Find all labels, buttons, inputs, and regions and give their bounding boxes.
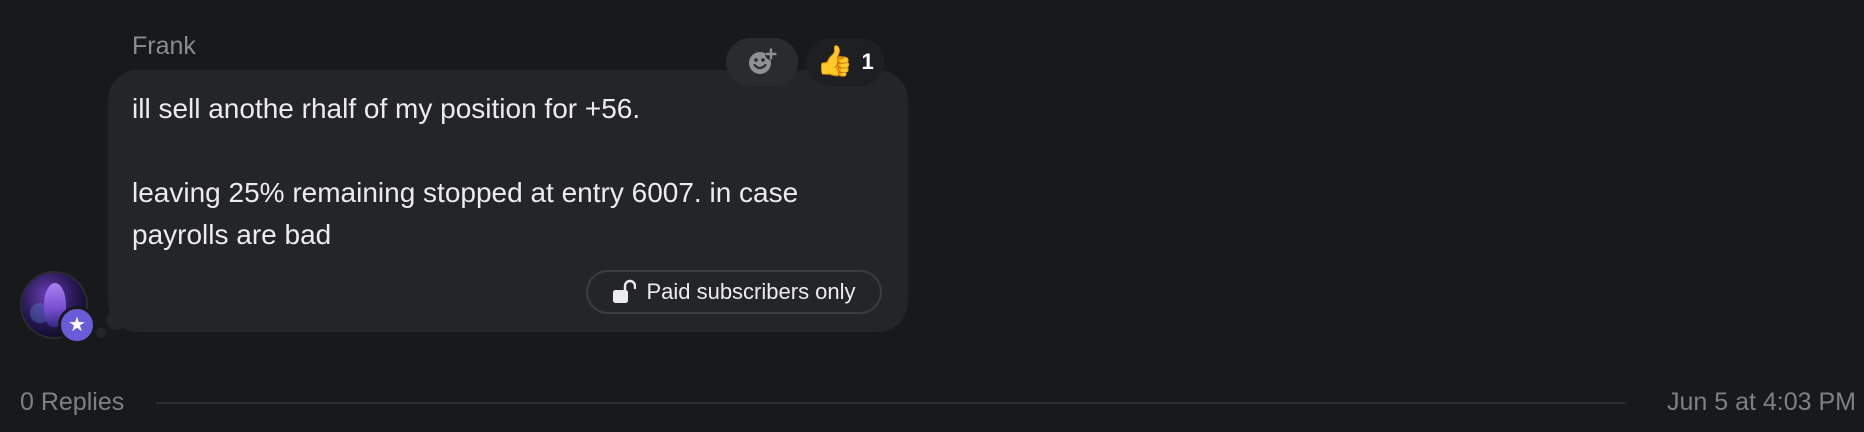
message-paragraph: leaving 25% remaining stopped at entry 6… xyxy=(132,177,799,250)
message-body: ill sell anothe rhalf of my position for… xyxy=(132,88,892,256)
bubble-tail-dot xyxy=(96,328,106,338)
thumbs-up-icon: 👍 xyxy=(816,45,854,78)
star-badge-icon: ★ xyxy=(58,306,96,344)
paid-subscribers-badge[interactable]: Paid subscribers only xyxy=(586,270,882,314)
footer-divider xyxy=(156,402,1626,404)
sender-name[interactable]: Frank xyxy=(132,32,196,61)
add-reaction-icon xyxy=(749,48,777,74)
replies-link[interactable]: 0 Replies xyxy=(20,388,124,417)
reaction-count: 1 xyxy=(861,49,874,74)
paid-badge-label: Paid subscribers only xyxy=(646,279,856,304)
message-timestamp: Jun 5 at 4:03 PM xyxy=(1666,388,1856,416)
chat-message-view: Frank ★ ill sell anothe rhalf of my posi… xyxy=(0,0,1864,432)
message-paragraph: ill sell anothe rhalf of my position for… xyxy=(132,93,641,124)
unlock-icon xyxy=(613,279,637,303)
thumbs-up-reaction[interactable]: 👍 1 xyxy=(806,38,884,86)
add-reaction-button[interactable] xyxy=(726,38,798,86)
